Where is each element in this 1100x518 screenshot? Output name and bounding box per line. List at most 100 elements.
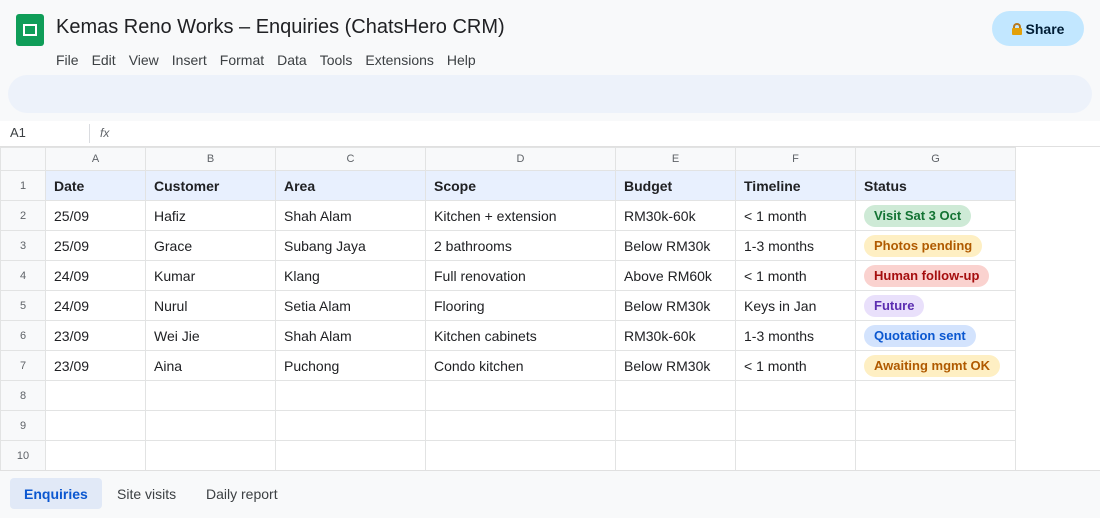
empty-cell[interactable]	[145, 410, 276, 441]
column-header-g[interactable]: G	[855, 147, 1016, 171]
menu-data[interactable]: Data	[277, 52, 313, 68]
header-cell-area[interactable]: Area	[275, 170, 426, 201]
scope-cell[interactable]: Condo kitchen	[425, 350, 616, 381]
date-cell[interactable]: 25/09	[45, 200, 146, 231]
empty-cell[interactable]	[275, 440, 426, 471]
scope-cell[interactable]: Kitchen cabinets	[425, 320, 616, 351]
empty-cell[interactable]	[735, 440, 856, 471]
row-header[interactable]: 10	[0, 440, 46, 471]
header-cell-status[interactable]: Status	[855, 170, 1016, 201]
status-cell[interactable]: Awaiting mgmt OK	[855, 350, 1016, 381]
area-cell[interactable]: Klang	[275, 260, 426, 291]
budget-cell[interactable]: Above RM60k	[615, 260, 736, 291]
row-header[interactable]: 4	[0, 260, 46, 291]
status-cell[interactable]: Visit Sat 3 Oct	[855, 200, 1016, 231]
empty-cell[interactable]	[45, 440, 146, 471]
name-box[interactable]: A1	[10, 125, 26, 140]
row-header[interactable]: 5	[0, 290, 46, 321]
column-header-f[interactable]: F	[735, 147, 856, 171]
date-cell[interactable]: 23/09	[45, 320, 146, 351]
empty-cell[interactable]	[855, 440, 1016, 471]
tab-site-visits[interactable]: Site visits	[103, 478, 190, 509]
empty-cell[interactable]	[45, 410, 146, 441]
budget-cell[interactable]: RM30k-60k	[615, 200, 736, 231]
customer-cell[interactable]: Grace	[145, 230, 276, 261]
timeline-cell[interactable]: 1-3 months	[735, 230, 856, 261]
empty-cell[interactable]	[425, 440, 616, 471]
tab-enquiries[interactable]: Enquiries	[10, 478, 102, 509]
menu-format[interactable]: Format	[220, 52, 270, 68]
row-header[interactable]: 2	[0, 200, 46, 231]
menu-tools[interactable]: Tools	[320, 52, 359, 68]
document-title[interactable]: Kemas Reno Works – Enquiries (ChatsHero …	[56, 16, 505, 39]
area-cell[interactable]: Setia Alam	[275, 290, 426, 321]
timeline-cell[interactable]: < 1 month	[735, 260, 856, 291]
menu-insert[interactable]: Insert	[172, 52, 213, 68]
column-header-d[interactable]: D	[425, 147, 616, 171]
timeline-cell[interactable]: 1-3 months	[735, 320, 856, 351]
area-cell[interactable]: Puchong	[275, 350, 426, 381]
customer-cell[interactable]: Nurul	[145, 290, 276, 321]
menu-help[interactable]: Help	[447, 52, 482, 68]
row-header[interactable]: 9	[0, 410, 46, 441]
menu-file[interactable]: File	[56, 52, 85, 68]
scope-cell[interactable]: Kitchen + extension	[425, 200, 616, 231]
timeline-cell[interactable]: Keys in Jan	[735, 290, 856, 321]
empty-cell[interactable]	[615, 440, 736, 471]
header-cell-budget[interactable]: Budget	[615, 170, 736, 201]
date-cell[interactable]: 23/09	[45, 350, 146, 381]
row-header[interactable]: 1	[0, 170, 46, 201]
menu-view[interactable]: View	[129, 52, 165, 68]
row-header[interactable]: 7	[0, 350, 46, 381]
status-cell[interactable]: Human follow-up	[855, 260, 1016, 291]
header-cell-date[interactable]: Date	[45, 170, 146, 201]
scope-cell[interactable]: 2 bathrooms	[425, 230, 616, 261]
column-header-e[interactable]: E	[615, 147, 736, 171]
budget-cell[interactable]: Below RM30k	[615, 290, 736, 321]
row-header[interactable]: 3	[0, 230, 46, 261]
empty-cell[interactable]	[275, 410, 426, 441]
status-cell[interactable]: Photos pending	[855, 230, 1016, 261]
column-header-a[interactable]: A	[45, 147, 146, 171]
sheets-logo-icon[interactable]	[16, 14, 44, 46]
customer-cell[interactable]: Aina	[145, 350, 276, 381]
empty-cell[interactable]	[145, 380, 276, 411]
empty-cell[interactable]	[615, 410, 736, 441]
header-cell-timeline[interactable]: Timeline	[735, 170, 856, 201]
empty-cell[interactable]	[425, 410, 616, 441]
area-cell[interactable]: Shah Alam	[275, 200, 426, 231]
empty-cell[interactable]	[855, 410, 1016, 441]
column-header-c[interactable]: C	[275, 147, 426, 171]
area-cell[interactable]: Shah Alam	[275, 320, 426, 351]
empty-cell[interactable]	[615, 380, 736, 411]
customer-cell[interactable]: Wei Jie	[145, 320, 276, 351]
column-header-b[interactable]: B	[145, 147, 276, 171]
status-cell[interactable]: Future	[855, 290, 1016, 321]
row-header[interactable]: 6	[0, 320, 46, 351]
budget-cell[interactable]: Below RM30k	[615, 350, 736, 381]
budget-cell[interactable]: RM30k-60k	[615, 320, 736, 351]
menu-extensions[interactable]: Extensions	[365, 52, 439, 68]
menu-edit[interactable]: Edit	[92, 52, 122, 68]
date-cell[interactable]: 25/09	[45, 230, 146, 261]
date-cell[interactable]: 24/09	[45, 290, 146, 321]
budget-cell[interactable]: Below RM30k	[615, 230, 736, 261]
empty-cell[interactable]	[45, 380, 146, 411]
status-cell[interactable]: Quotation sent	[855, 320, 1016, 351]
empty-cell[interactable]	[855, 380, 1016, 411]
tab-daily-report[interactable]: Daily report	[192, 478, 292, 509]
header-cell-customer[interactable]: Customer	[145, 170, 276, 201]
header-cell-scope[interactable]: Scope	[425, 170, 616, 201]
row-header[interactable]: 8	[0, 380, 46, 411]
customer-cell[interactable]: Hafiz	[145, 200, 276, 231]
share-button[interactable]: Share	[992, 11, 1084, 46]
select-all-corner[interactable]	[0, 147, 46, 171]
scope-cell[interactable]: Flooring	[425, 290, 616, 321]
empty-cell[interactable]	[275, 380, 426, 411]
empty-cell[interactable]	[735, 410, 856, 441]
timeline-cell[interactable]: < 1 month	[735, 200, 856, 231]
empty-cell[interactable]	[425, 380, 616, 411]
empty-cell[interactable]	[145, 440, 276, 471]
area-cell[interactable]: Subang Jaya	[275, 230, 426, 261]
timeline-cell[interactable]: < 1 month	[735, 350, 856, 381]
